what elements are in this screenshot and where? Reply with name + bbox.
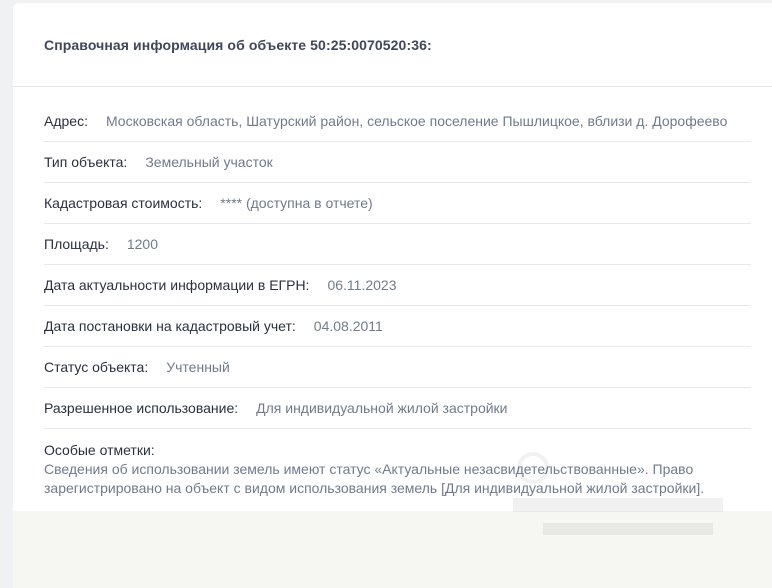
row-value: Учтенный [166, 359, 230, 375]
row-value: 06.11.2023 [327, 277, 397, 293]
row-label: Дата постановки на кадастровый учет: [44, 318, 296, 334]
row-cadastral-cost: Кадастровая стоимость: **** (доступна в … [44, 183, 751, 224]
card-title: Справочная информация об объекте 50:25:0… [44, 36, 432, 53]
row-object-type: Тип объекта: Земельный участок [44, 142, 751, 183]
row-egrn-date: Дата актуальности информации в ЕГРН: 06.… [44, 265, 751, 306]
row-address: Адрес: Московская область, Шатурский рай… [44, 87, 751, 142]
row-value: 1200 [126, 236, 158, 252]
card-header: Справочная информация об объекте 50:25:0… [13, 3, 772, 87]
row-value: **** (доступна в отчете) [220, 195, 373, 211]
row-status: Статус объекта: Учтенный [44, 347, 751, 388]
row-label: Площадь: [44, 236, 109, 252]
row-label: Адрес: [44, 113, 88, 129]
row-permitted-use: Разрешенное использование: Для индивидуа… [44, 388, 751, 429]
row-value: 04.08.2011 [313, 318, 383, 334]
row-value: Для индивидуальной жилой застройки [256, 400, 508, 416]
row-area: Площадь: 1200 [44, 224, 751, 265]
row-label: Кадастровая стоимость: [44, 195, 203, 211]
row-label: Разрешенное использование: [44, 400, 239, 416]
row-value: Земельный участок [145, 154, 273, 170]
row-value: Московская область, Шатурский район, сел… [105, 113, 728, 129]
row-label: Статус объекта: [44, 359, 149, 375]
row-registration-date: Дата постановки на кадастровый учет: 04.… [44, 306, 751, 347]
watermark-logo-icon [513, 452, 723, 535]
row-label: Дата актуальности информации в ЕГРН: [44, 277, 310, 293]
info-rows: Адрес: Московская область, Шатурский рай… [13, 87, 772, 498]
row-label: Тип объекта: [44, 154, 128, 170]
info-card: Справочная информация об объекте 50:25:0… [13, 3, 772, 588]
